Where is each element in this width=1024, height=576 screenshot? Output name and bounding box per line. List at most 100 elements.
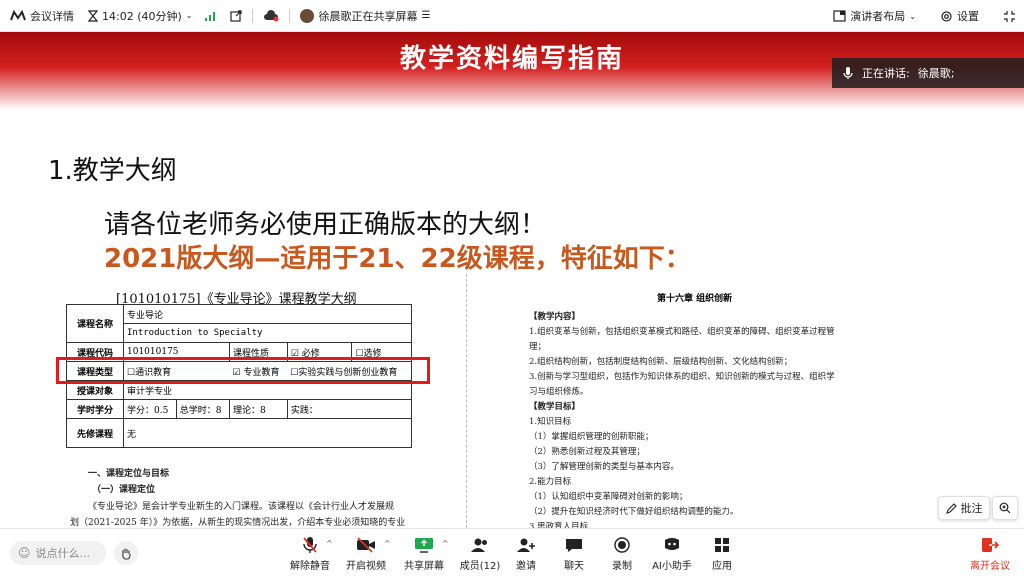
speaking-indicator: 正在讲话: 徐晨歌; <box>832 58 1024 88</box>
meeting-timer[interactable]: 14:02 (40分钟) ⌄ <box>88 8 192 24</box>
table-cell-label: 课程名称 <box>66 304 124 343</box>
start-video-label: 开启视频 <box>346 561 386 572</box>
table-cell: 总学时：8 <box>175 399 231 419</box>
network-signal[interactable] <box>204 10 216 22</box>
layout-label: 演讲者布局 <box>850 10 906 23</box>
speaking-name: 徐晨歌; <box>917 67 955 80</box>
doc-line: （2）熟悉创新过程及其管理； <box>529 447 645 457</box>
gear-icon <box>941 10 952 22</box>
section-heading: 一、课程定位与目标 <box>88 469 170 479</box>
doc-line: （1）掌握组织管理的创新职能； <box>529 432 654 442</box>
syllabus-document-left: [101010175]《专业导论》课程教学大纲 课程名称 专业导论 Introd… <box>4 274 460 528</box>
doc-line: 【教学内容】 <box>529 312 581 322</box>
divider <box>252 8 254 23</box>
chevron-up-icon[interactable]: ^ <box>384 539 391 548</box>
chat-input[interactable]: ☺ 说点什么... <box>10 541 106 565</box>
leave-label: 离开会议 <box>970 561 1010 572</box>
members-label: 成员(12) <box>459 561 501 572</box>
table-cell: 专业导论 <box>123 304 412 324</box>
chat-label: 聊天 <box>564 561 584 572</box>
leave-icon <box>982 538 999 552</box>
doc-line: （2）提升在知识经济时代下做好组织结构调整的能力。 <box>529 507 739 517</box>
screen-share-status[interactable]: 徐晨歌正在共享屏幕 ☰ <box>300 8 430 24</box>
chat-placeholder: 说点什么... <box>35 547 91 560</box>
raise-hand-button[interactable] <box>114 541 138 565</box>
table-row: 课程名称 专业导论 <box>66 304 412 343</box>
zoom-button[interactable] <box>992 496 1018 520</box>
doc-line: 1.知识目标 <box>529 417 572 427</box>
record-icon <box>614 537 630 553</box>
table-row: 学时学分 学分：0.5 总学时：8 理论：8 实践： <box>66 399 413 419</box>
share-screen-icon <box>415 538 433 553</box>
table-cell: 实践： <box>286 399 413 419</box>
collapse-icon <box>1004 10 1015 22</box>
invite-user-icon <box>517 538 535 552</box>
list-icon: ☰ <box>421 10 431 21</box>
paragraph-line: 《专业导论》是会计学专业新生的入门课程。该课程以《会计行业人才发展规 <box>88 502 395 512</box>
settings-button[interactable]: 设置 <box>940 8 979 24</box>
table-cell: 无 <box>123 418 412 448</box>
doc-line: 2.能力目标 <box>529 477 572 487</box>
syllabus-document-right: 第十六章 组织创新 【教学内容】 1.组织变革与创新，包括组织变革模式和路径、组… <box>466 274 891 528</box>
microphone-muted-icon <box>303 537 317 553</box>
annotate-button[interactable]: 批注 <box>938 496 990 520</box>
highlight-box <box>56 357 430 384</box>
hand-icon <box>122 548 131 560</box>
avatar <box>300 8 315 23</box>
apps-label: 应用 <box>712 561 732 572</box>
share-screen-label: 共享屏幕 <box>404 561 444 572</box>
meeting-details-label: 会议详情 <box>30 9 74 23</box>
members-icon <box>471 538 487 552</box>
chevron-down-icon: ⌄ <box>185 11 193 20</box>
record-button[interactable]: 录制 <box>594 535 650 573</box>
external-link-icon <box>230 9 243 22</box>
signal-bars-icon <box>205 11 216 21</box>
chat-bubble-icon <box>566 539 582 552</box>
apps-button[interactable]: 应用 <box>694 535 750 573</box>
chevron-down-icon: ⌄ <box>909 11 916 21</box>
leave-meeting-button[interactable]: 离开会议 <box>962 535 1018 573</box>
top-bar: 会议详情 14:02 (40分钟) ⌄ 徐晨歌正在共享屏幕 ☰ 演讲者布局 ⌄ … <box>0 0 1024 32</box>
chevron-up-icon[interactable]: ^ <box>326 539 333 548</box>
layout-icon <box>833 10 846 22</box>
doc-line: 2.组织结构创新，包括制度结构创新、层级结构创新、文化结构创新； <box>529 357 793 367</box>
meeting-time: 14:02 (40分钟) <box>102 9 182 23</box>
table-row: 先修课程 无 <box>66 418 412 448</box>
sharer-status-text: 徐晨歌正在共享屏幕 <box>318 9 418 23</box>
ai-assistant-label: AI小助手 <box>652 561 692 572</box>
ai-assistant-button[interactable]: AI小助手 <box>644 535 700 573</box>
doc-line: 理； <box>529 342 547 352</box>
record-label: 录制 <box>612 561 632 572</box>
zoom-in-icon <box>999 502 1011 514</box>
slide-heading: 1.教学大纲 <box>48 156 177 186</box>
smile-icon: ☺ <box>18 546 31 560</box>
doc-line: 1.组织变革与创新，包括组织变革模式和路径、组织变革的障碍、组织变革过程管 <box>529 327 835 337</box>
doc-line: 【教学目标】 <box>529 402 581 412</box>
invite-label: 邀请 <box>516 561 536 572</box>
doc-line: 习与组织修炼。 <box>529 387 589 397</box>
doc-line: （1）认知组织中变革障碍对创新的影响； <box>529 492 688 502</box>
slide-highlight: 2021版大纲—适用于21、22级课程，特征如下： <box>104 244 691 274</box>
apps-grid-icon <box>715 538 729 552</box>
table-cell-label: 学时学分 <box>66 399 124 419</box>
popout-button[interactable] <box>230 9 243 22</box>
paragraph-line: 划（2021-2025 年）》为依据，从新生的现实情况出发，介绍本专业必须知晓的… <box>70 518 406 528</box>
settings-label: 设置 <box>957 10 979 23</box>
bottom-toolbar: ☺ 说点什么... 解除静音 ^ 开启视频 ^ 共享屏幕 ^ 成员(12) 邀请… <box>0 528 1024 576</box>
chapter-title: 第十六章 组织创新 <box>657 294 733 304</box>
ai-assistant-icon <box>665 538 679 550</box>
doc-line: 3.创新与学习型组织，包括作为知识体系的组织、知识创新的模式与过程、组织学 <box>529 372 835 382</box>
layout-button[interactable]: 演讲者布局 ⌄ <box>833 8 916 24</box>
cloud-button[interactable] <box>263 9 279 22</box>
doc-line: 3.思政育人目标 <box>529 522 589 528</box>
table-cell: 理论：8 <box>229 399 288 419</box>
pencil-icon <box>945 502 957 514</box>
chevron-up-icon[interactable]: ^ <box>442 539 449 548</box>
hourglass-icon <box>88 9 98 22</box>
table-cell: 学分：0.5 <box>123 399 177 419</box>
table-cell: Introduction to Specialty <box>123 323 412 343</box>
annotate-label: 批注 <box>960 502 983 515</box>
exit-fullscreen-button[interactable] <box>1003 10 1016 23</box>
meeting-details-button[interactable]: 会议详情 <box>10 8 74 24</box>
tencent-meeting-logo-icon <box>10 9 26 22</box>
